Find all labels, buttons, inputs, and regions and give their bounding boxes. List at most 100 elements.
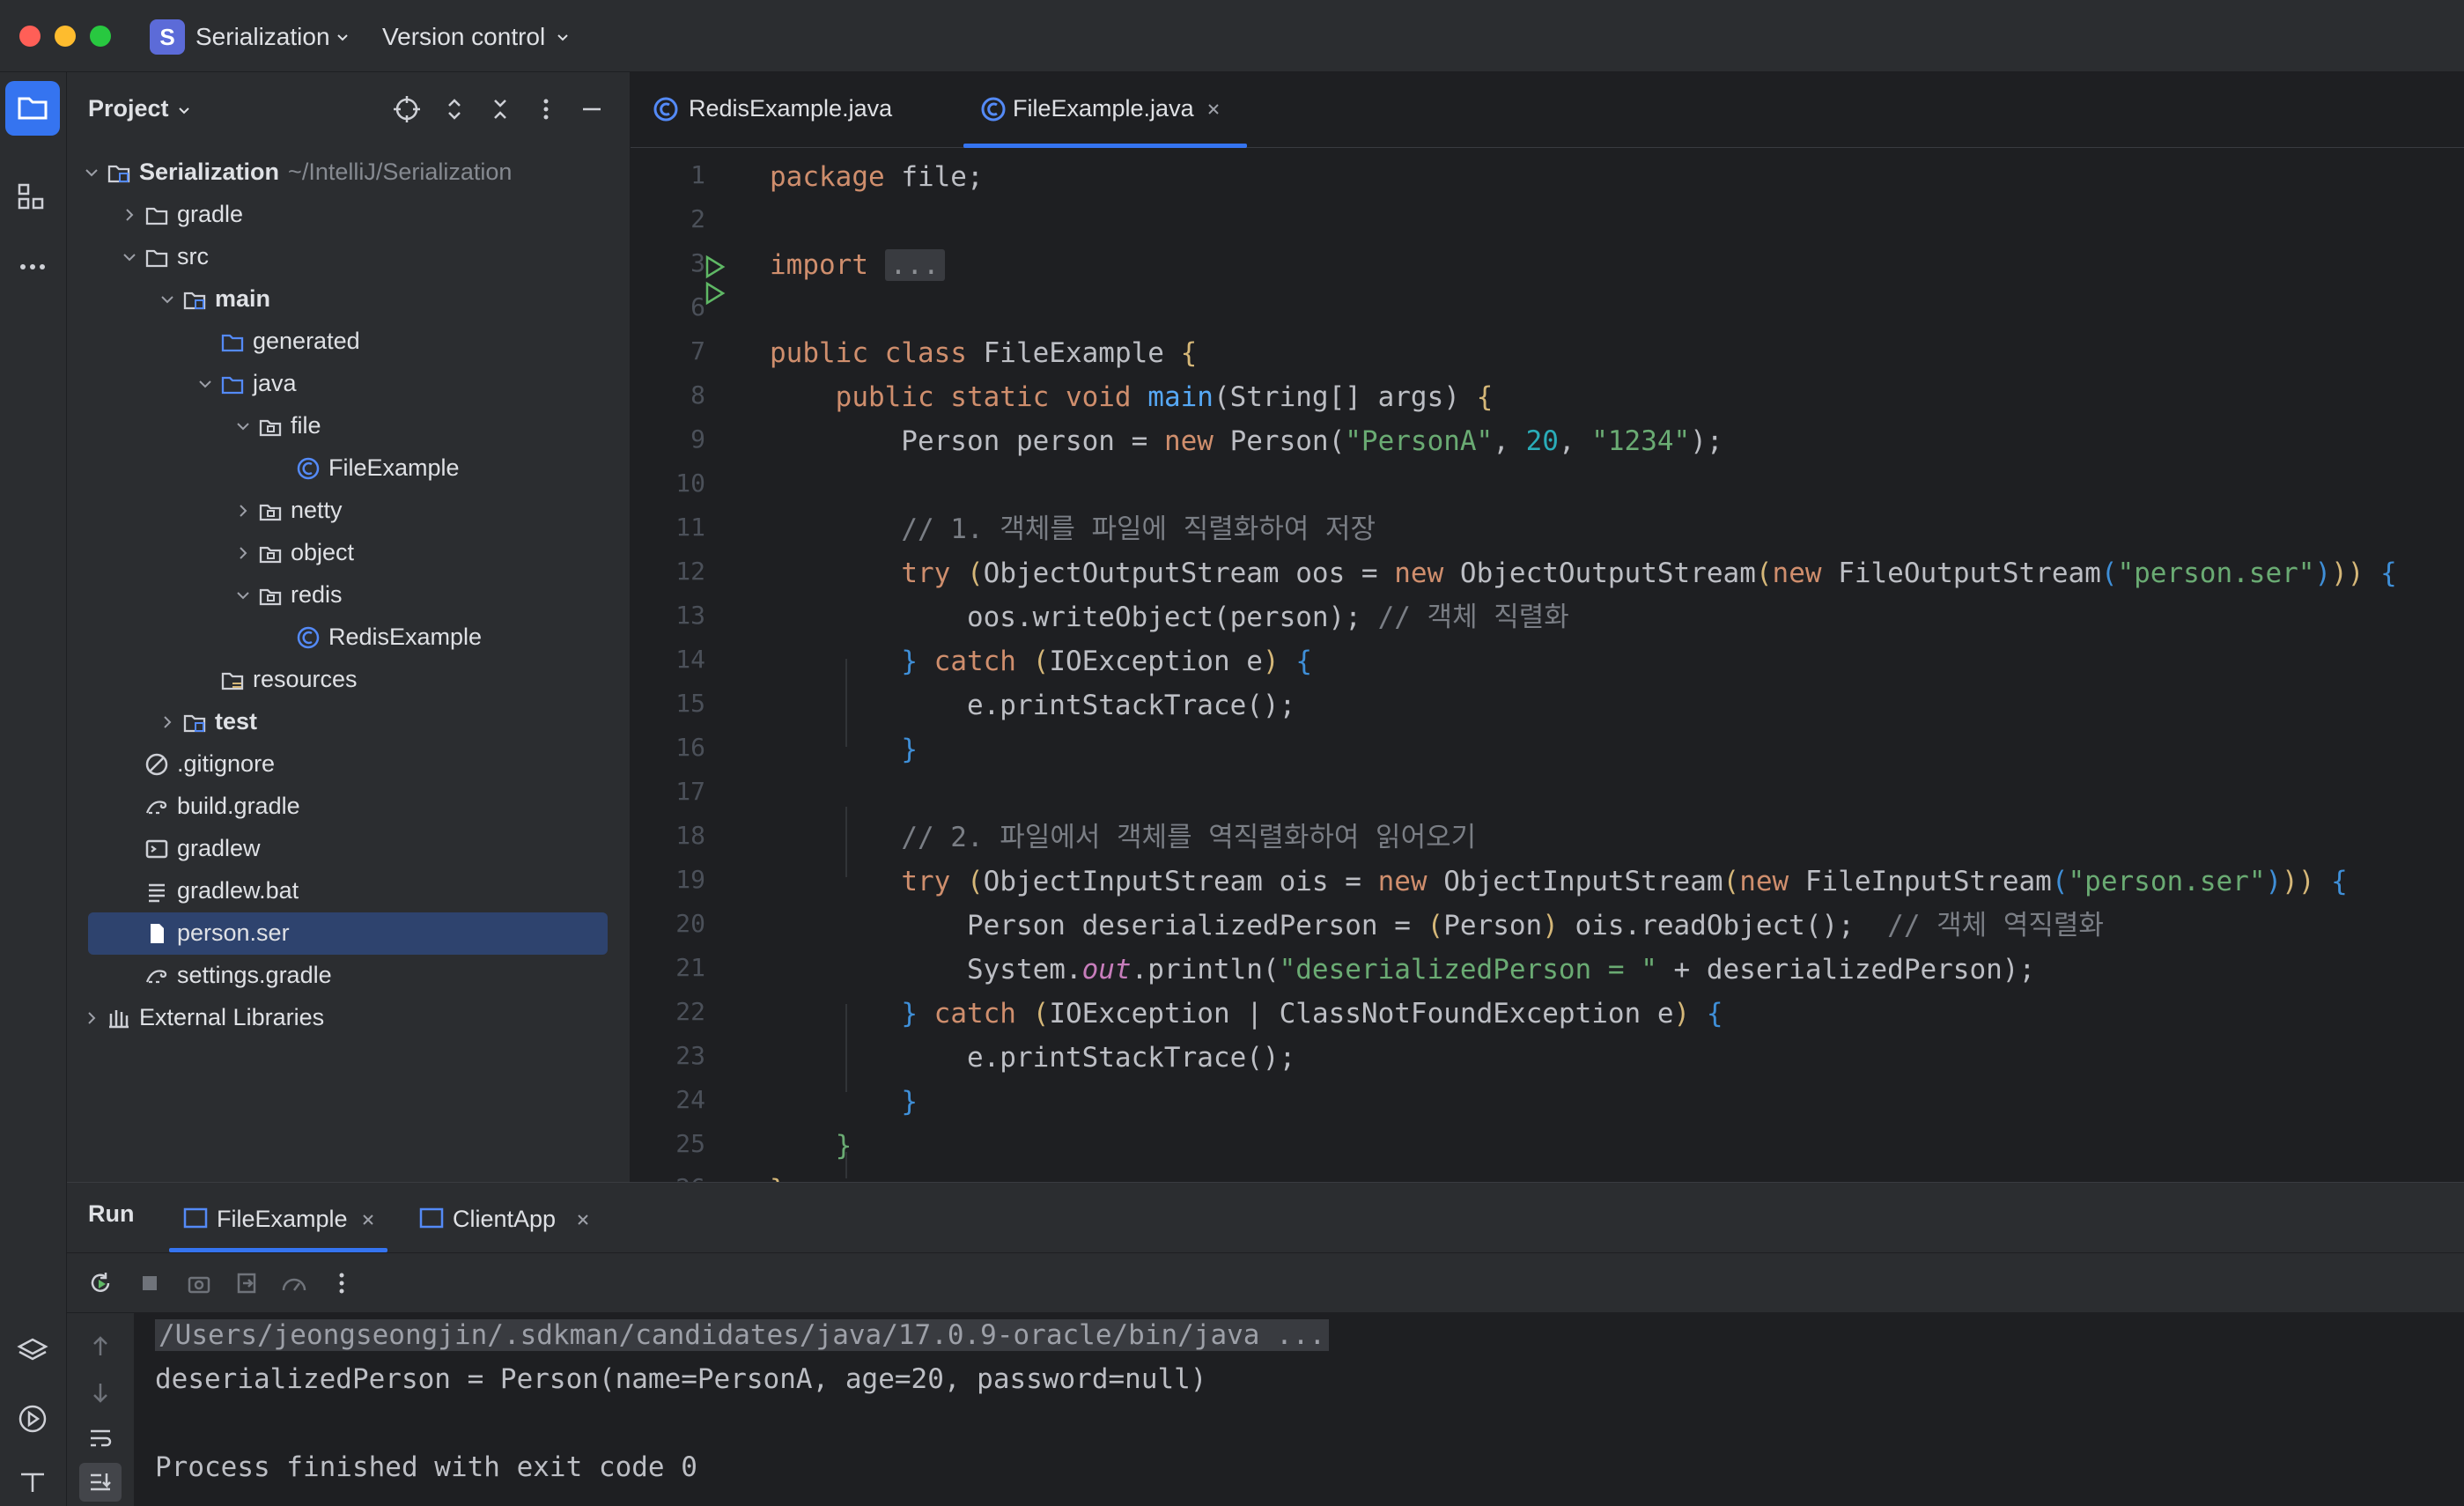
tab-file-example[interactable]: FileExample.java (963, 72, 1247, 148)
tree-item-gradlew-bat[interactable]: gradlew.bat (67, 870, 631, 912)
tab-label: RedisExample.java (689, 95, 893, 122)
tree-item-text: object (291, 539, 355, 565)
close-icon[interactable] (359, 1211, 377, 1229)
code-line-3: import ... (770, 243, 945, 287)
hide-panel-icon[interactable] (576, 93, 608, 125)
line-number: 12 (675, 557, 705, 586)
tree-item-java[interactable]: java (67, 363, 631, 405)
chevron-right-icon[interactable] (234, 544, 252, 562)
more-options-icon[interactable] (326, 1267, 358, 1299)
chevron-down-icon[interactable] (234, 587, 252, 604)
more-tools-button[interactable] (5, 240, 60, 294)
chevron-down-icon[interactable] (196, 375, 214, 393)
tree-item-test[interactable]: test (67, 701, 631, 743)
run-tool-button[interactable] (5, 1392, 60, 1446)
console-side-toolbar (67, 1313, 134, 1506)
exit-icon[interactable] (231, 1267, 262, 1299)
chevron-down-icon[interactable] (234, 417, 252, 435)
tree-item-label: test (215, 708, 257, 735)
tree-item-gitignore[interactable]: .gitignore (67, 743, 631, 786)
tree-item-person-ser[interactable]: person.ser (67, 912, 631, 955)
console-line: /Users/jeongseongjin/.sdkman/candidates/… (155, 1313, 1330, 1357)
chevron-down-icon[interactable] (159, 291, 176, 308)
tree-item-gradle[interactable]: gradle (67, 194, 631, 236)
tree-item-file[interactable]: file (67, 405, 631, 447)
line-number: 9 (690, 424, 705, 454)
tree-item-resources[interactable]: resources (67, 659, 631, 701)
tree-item-label: External Libraries (139, 1004, 324, 1031)
coverage-icon[interactable] (278, 1267, 310, 1299)
close-icon[interactable] (1205, 100, 1222, 118)
line-number: 13 (675, 601, 705, 630)
rerun-icon[interactable] (85, 1267, 116, 1299)
run-main-icon[interactable] (701, 280, 727, 306)
stop-icon[interactable] (134, 1267, 166, 1299)
tree-item-label: file (291, 412, 321, 439)
code-comment: // 객체 역직렬화 (1887, 910, 2104, 941)
chevron-down-icon[interactable] (83, 164, 100, 181)
tree-item-label: settings.gradle (177, 962, 332, 989)
tree-item-text: Serialization (139, 159, 280, 185)
tree-item-text: settings.gradle (177, 962, 332, 988)
code-area[interactable]: package file; import ... public class Fi… (770, 148, 2464, 1182)
project-switcher[interactable]: Serialization (195, 23, 330, 51)
maximize-window-button[interactable] (90, 26, 111, 47)
chevron-down-icon[interactable] (121, 248, 138, 266)
expand-all-icon[interactable] (439, 93, 470, 125)
code-line-22: } catch (IOException | ClassNotFoundExce… (901, 998, 1723, 1030)
tree-item-netty[interactable]: netty (67, 490, 631, 532)
tree-item-build-gradle[interactable]: build.gradle (67, 786, 631, 828)
tree-item-label: java (253, 370, 297, 397)
locate-file-icon[interactable] (391, 93, 423, 125)
chevron-right-icon[interactable] (83, 1009, 100, 1027)
tree-item-serialization[interactable]: Serialization ~/IntelliJ/Serialization (67, 151, 631, 194)
chevron-right-icon[interactable] (121, 206, 138, 224)
arrow-down-icon[interactable] (85, 1377, 116, 1408)
line-number: 19 (675, 865, 705, 894)
arrow-up-icon[interactable] (85, 1331, 116, 1362)
chevron-down-icon (337, 34, 348, 41)
tree-item-src[interactable]: src (67, 236, 631, 278)
gradle-file-icon (145, 970, 167, 984)
text-file-icon (149, 883, 165, 903)
tree-item-gradlew[interactable]: gradlew (67, 828, 631, 870)
camera-icon[interactable] (183, 1267, 215, 1299)
tree-item-label: object (291, 539, 354, 566)
source-root-folder-icon (183, 292, 206, 310)
run-config-icon (183, 1207, 208, 1229)
line-number: 17 (675, 777, 705, 806)
tree-item-main[interactable]: main (67, 278, 631, 321)
soft-wrap-icon[interactable] (85, 1422, 116, 1454)
minimize-window-button[interactable] (55, 26, 76, 47)
folded-imports[interactable]: ... (884, 249, 945, 281)
scroll-to-end-button[interactable] (79, 1463, 122, 1502)
console-command[interactable]: /Users/jeongseongjin/.sdkman/candidates/… (155, 1319, 1330, 1351)
run-class-icon[interactable] (701, 254, 727, 280)
run-tab-client-app[interactable]: ClientApp (419, 1183, 666, 1236)
gradle-file-icon (145, 801, 167, 815)
tree-item-object[interactable]: object (67, 532, 631, 574)
close-icon[interactable] (574, 1211, 592, 1229)
file-icon (151, 924, 164, 943)
chevron-right-icon[interactable] (234, 502, 252, 520)
close-window-button[interactable] (19, 26, 41, 47)
structure-tool-button[interactable] (5, 171, 60, 225)
tree-item-external-libraries[interactable]: External Libraries (67, 997, 631, 1039)
project-badge[interactable]: S (150, 19, 185, 55)
project-tool-button[interactable] (5, 81, 60, 136)
tree-item-settings-gradle[interactable]: settings.gradle (67, 955, 631, 997)
project-panel-title: Project (88, 95, 169, 122)
options-icon[interactable] (530, 93, 562, 125)
tab-redis-example[interactable]: RedisExample.java (652, 72, 951, 148)
tree-item-fileexample[interactable]: FileExample (67, 447, 631, 490)
tree-item-redis[interactable]: redis (67, 574, 631, 616)
services-tool-button[interactable] (5, 1323, 60, 1377)
chevron-right-icon[interactable] (159, 713, 176, 731)
tool-window-strip (0, 72, 67, 1506)
tree-item-redisexample[interactable]: RedisExample (67, 616, 631, 659)
project-view-selector[interactable]: Project (88, 95, 169, 122)
terminal-tool-button[interactable] (5, 1455, 60, 1506)
collapse-all-icon[interactable] (484, 93, 516, 125)
tree-item-generated[interactable]: generated (67, 321, 631, 363)
version-control-menu[interactable]: Version control (382, 23, 545, 51)
